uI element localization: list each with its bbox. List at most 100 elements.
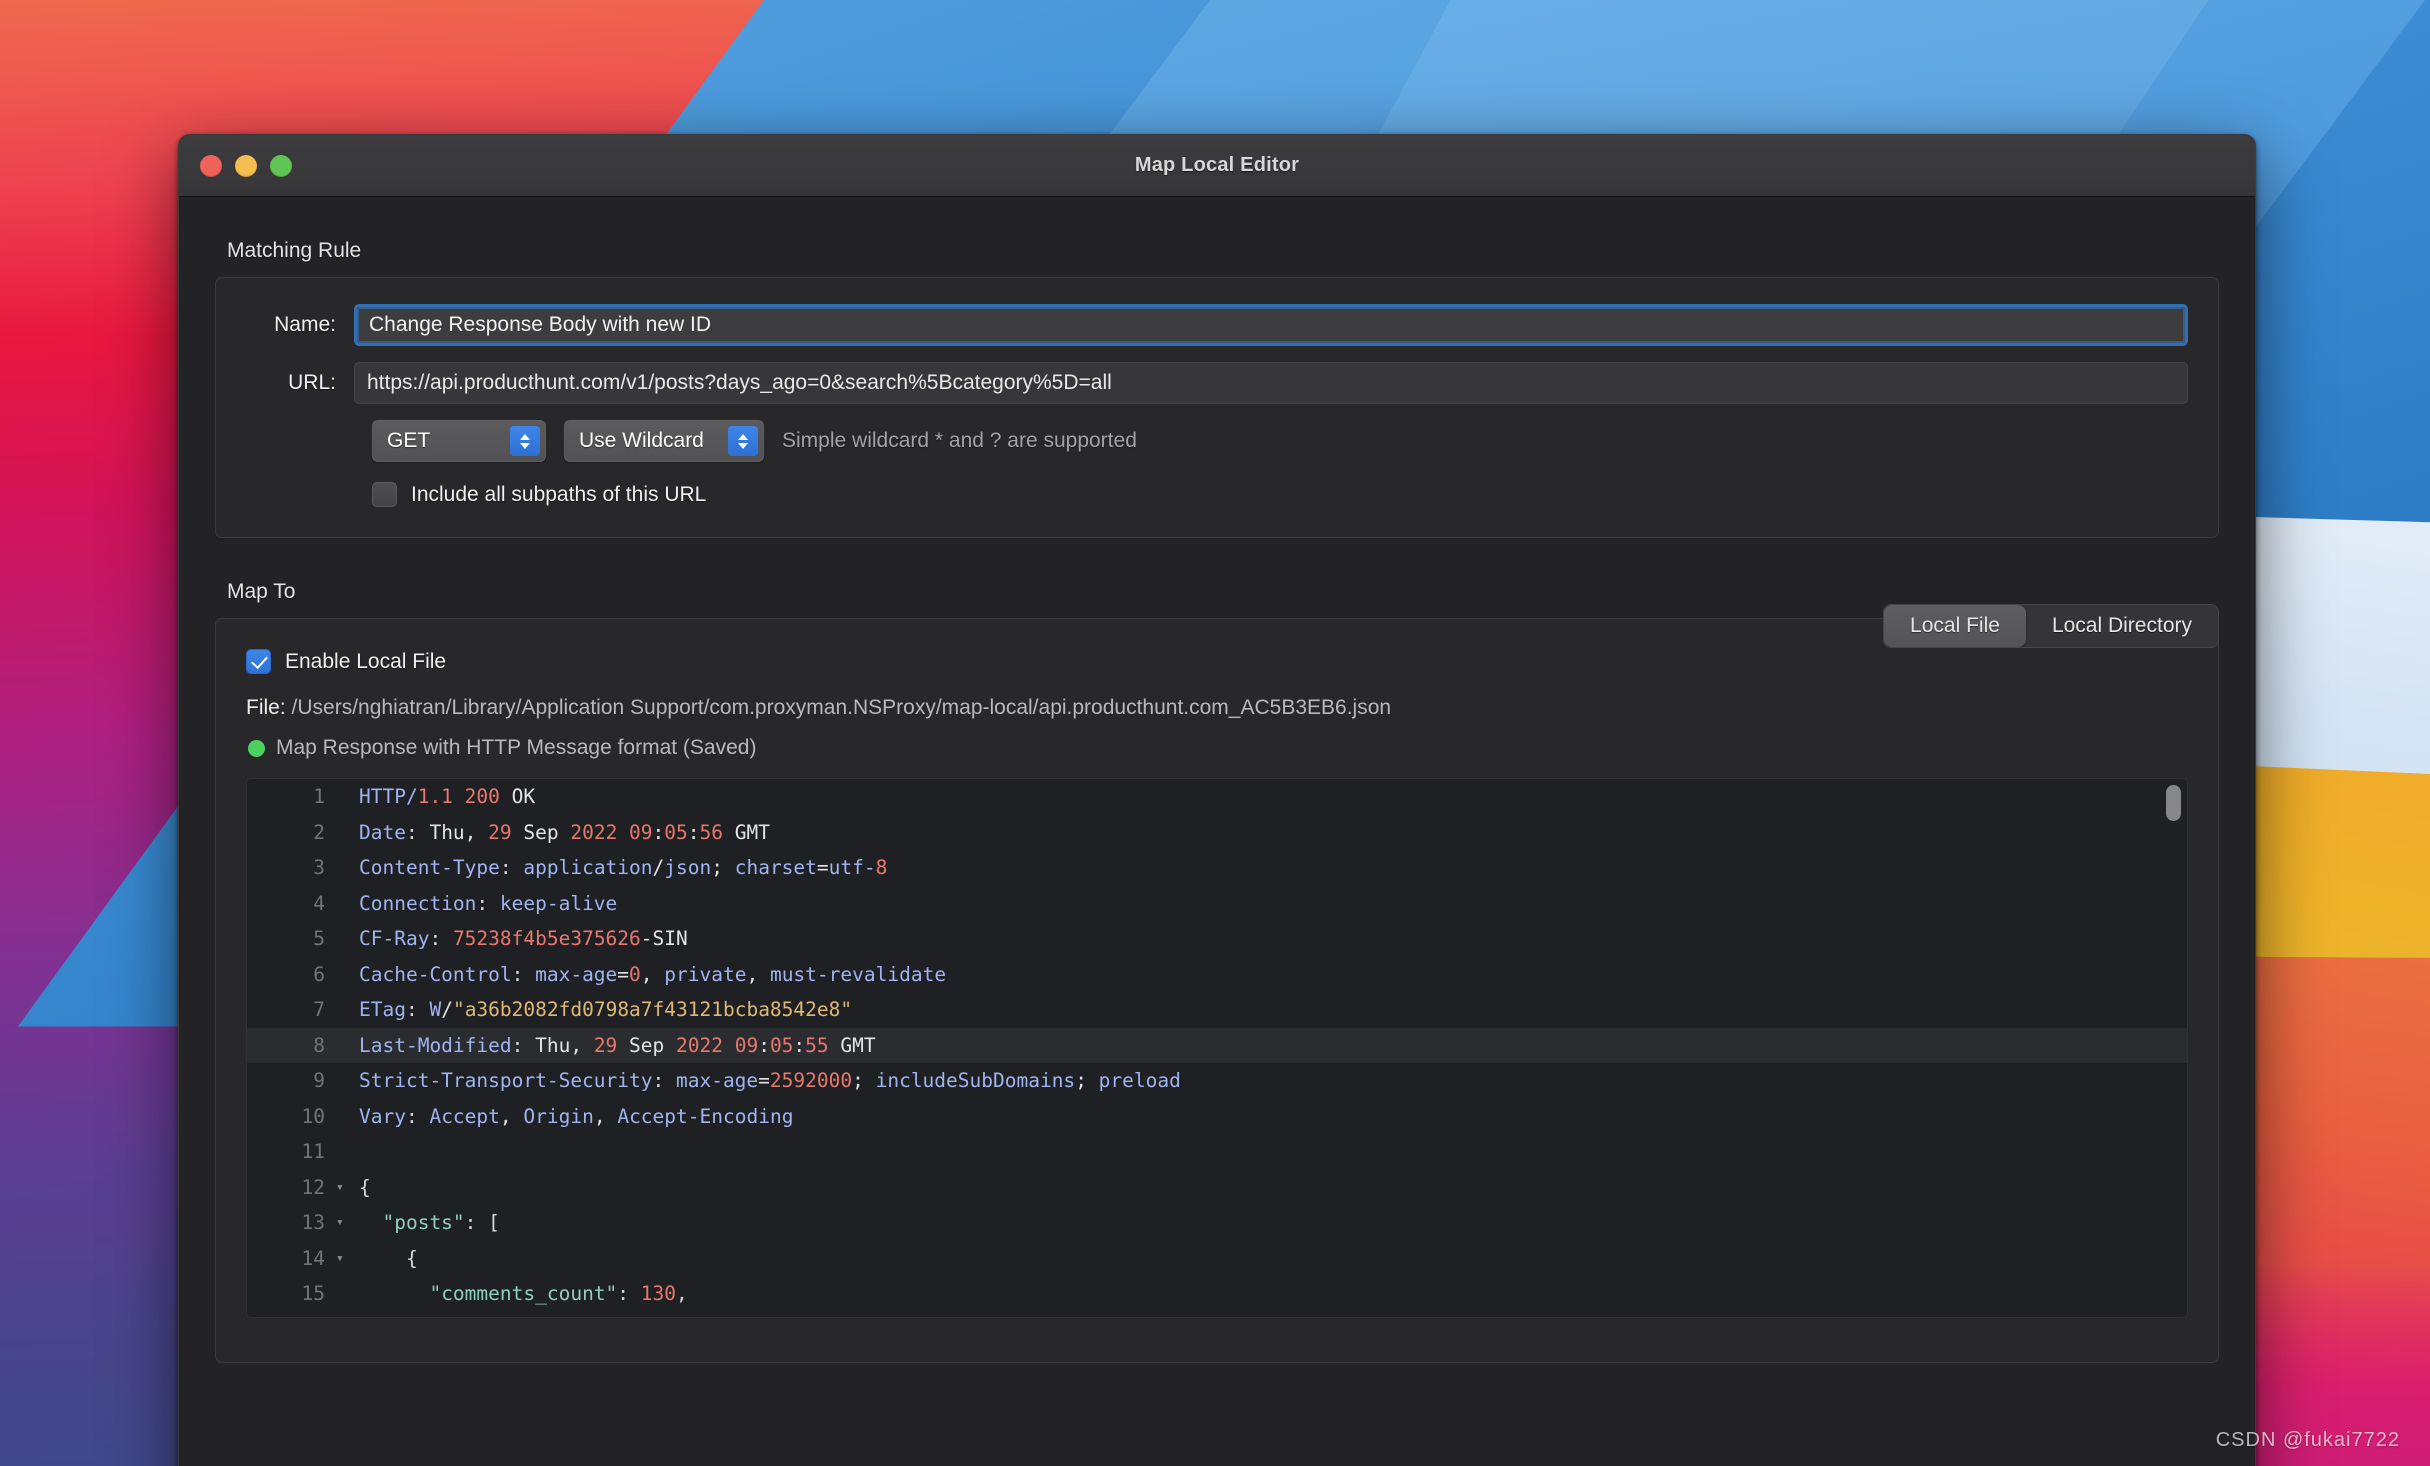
- window-body: Matching Rule Name: Change Response Body…: [179, 239, 2255, 1466]
- code-line: 9 · Strict-Transport-Security: max-age=259…: [247, 1063, 2187, 1099]
- code-text: Content-Type: application/json; charset=…: [359, 856, 888, 879]
- code-text: CF-Ray: 75238f4b5e375626-SIN: [359, 927, 688, 950]
- code-text: {: [359, 1175, 371, 1199]
- code-line: 8 · Last-Modified: Thu, 29 Sep 2022 09:05:…: [247, 1027, 2187, 1063]
- fold-spacer: ·: [333, 779, 349, 815]
- name-input[interactable]: Change Response Body with new ID: [354, 304, 2188, 346]
- url-input[interactable]: https://api.producthunt.com/v1/posts?day…: [354, 362, 2188, 404]
- code-text: Date: Thu, 29 Sep 2022 09:05:56 GMT: [359, 820, 770, 844]
- status-dot-icon: [248, 739, 265, 757]
- line-number: 4: [313, 891, 325, 915]
- map-to-header: Map To Local File Local Directory: [215, 580, 2219, 648]
- fold-spacer: ·: [333, 815, 349, 851]
- line-number: 8: [313, 1033, 325, 1057]
- name-label: Name:: [274, 313, 336, 336]
- code-text: HTTP/1.1 200 OK: [359, 785, 536, 808]
- line-number: 10: [301, 1104, 325, 1128]
- code-text: Strict-Transport-Security: max-age=25920…: [359, 1069, 1181, 1092]
- code-line: 6 · Cache-Control: max-age=0, private, mus…: [247, 957, 2187, 993]
- line-number: 11: [301, 1140, 325, 1163]
- code-line: 5 · CF-Ray: 75238f4b5e375626-SIN: [247, 921, 2187, 957]
- code-text: ETag: W/"a36b2082fd0798a7f43121bcba8542e…: [359, 998, 853, 1021]
- map-to-section-label: Map To: [227, 580, 296, 603]
- fold-spacer: ·: [333, 1312, 349, 1318]
- code-line: 14 ▾ {: [247, 1241, 2187, 1277]
- fold-spacer: ·: [333, 886, 349, 922]
- line-number: 15: [301, 1282, 325, 1305]
- line-number: 14: [301, 1246, 325, 1270]
- code-line: 1 · HTTP/1.1 200 OK: [247, 779, 2187, 815]
- map-status-row: Map Response with HTTP Message format (S…: [248, 736, 2188, 760]
- include-subpaths-checkbox[interactable]: [372, 482, 397, 507]
- match-options-row: GET Use Wildcard Simple wildcard * and ?…: [354, 420, 2188, 462]
- include-subpaths-row[interactable]: Include all subpaths of this URL: [354, 482, 2188, 507]
- watermark-text: CSDN @fukai7722: [2215, 1429, 2400, 1451]
- code-text: Last-Modified: Thu, 29 Sep 2022 09:05:55…: [359, 1033, 876, 1057]
- code-line: 7 · ETag: W/"a36b2082fd0798a7f43121bcba854…: [247, 992, 2187, 1028]
- map-local-editor-window: Map Local Editor Matching Rule Name: Cha…: [178, 134, 2256, 1466]
- fold-spacer: ·: [333, 1276, 349, 1312]
- line-number: 13: [301, 1211, 325, 1234]
- enable-local-file-checkbox[interactable]: [246, 649, 271, 674]
- http-message-code-editor[interactable]: 1 · HTTP/1.1 200 OK 2 · Date: Thu, 29 Sep 202…: [246, 778, 2188, 1318]
- fold-spacer: ·: [333, 957, 349, 993]
- code-text: Cache-Control: max-age=0, private, must-…: [359, 962, 947, 986]
- enable-local-file-label: Enable Local File: [285, 649, 447, 673]
- map-status-text: Map Response with HTTP Message format (S…: [276, 736, 757, 759]
- window-titlebar[interactable]: Map Local Editor: [179, 135, 2255, 197]
- fold-triangle-icon[interactable]: ▾: [333, 1170, 349, 1206]
- wildcard-hint-text: Simple wildcard * and ? are supported: [782, 429, 1137, 452]
- line-number: 2: [313, 820, 325, 844]
- tab-local-directory[interactable]: Local Directory: [2026, 605, 2218, 647]
- include-subpaths-label: Include all subpaths of this URL: [411, 482, 707, 506]
- fold-spacer: ·: [333, 1134, 349, 1170]
- url-row: URL: https://api.producthunt.com/v1/post…: [246, 362, 2188, 404]
- map-to-tabs: Local File Local Directory: [1883, 604, 2219, 648]
- file-label: File:: [246, 696, 286, 719]
- code-line: 2 · Date: Thu, 29 Sep 2022 09:05:56 GMT: [247, 815, 2187, 851]
- fold-spacer: ·: [333, 921, 349, 957]
- url-label: URL:: [288, 371, 336, 394]
- fold-triangle-icon[interactable]: ▾: [333, 1241, 349, 1277]
- code-text: {: [359, 1246, 418, 1270]
- match-mode-value: Use Wildcard: [579, 429, 704, 452]
- name-row: Name: Change Response Body with new ID: [246, 304, 2188, 346]
- file-path-row: File: /Users/nghiatran/Library/Applicati…: [246, 696, 2188, 720]
- line-number: 6: [313, 962, 325, 986]
- line-number: 3: [313, 856, 325, 879]
- line-number: 5: [313, 927, 325, 950]
- fold-spacer: ·: [333, 850, 349, 886]
- code-line: 15 · "comments_count": 130,: [247, 1276, 2187, 1312]
- match-mode-select[interactable]: Use Wildcard: [564, 420, 764, 462]
- matching-rule-groupbox: Name: Change Response Body with new ID U…: [215, 277, 2219, 538]
- map-to-groupbox: Enable Local File File: /Users/nghiatran…: [215, 618, 2219, 1363]
- code-line: 12 ▾ {: [247, 1170, 2187, 1206]
- matching-rule-section-label: Matching Rule: [227, 239, 362, 262]
- window-title: Map Local Editor: [1134, 154, 1300, 176]
- code-line: 4 · Connection: keep-alive: [247, 886, 2187, 922]
- chevron-updown-icon[interactable]: [728, 426, 758, 456]
- line-number: 9: [313, 1069, 325, 1092]
- enable-local-file-row[interactable]: Enable Local File: [246, 649, 2188, 674]
- code-text: "id": 361085,: [349, 1312, 582, 1318]
- line-number: 12: [301, 1175, 325, 1199]
- line-number: 1: [313, 785, 325, 808]
- code-text: Vary: Accept, Origin, Accept-Encoding: [359, 1104, 794, 1128]
- code-text: Connection: keep-alive: [359, 891, 618, 915]
- tab-local-file[interactable]: Local File: [1884, 605, 2026, 647]
- http-method-select[interactable]: GET: [372, 420, 546, 462]
- code-line: 13 ▾ "posts": [: [247, 1205, 2187, 1241]
- line-number: 7: [313, 998, 325, 1021]
- line-number: 16: [247, 1312, 333, 1318]
- code-text: "posts": [: [382, 1211, 500, 1234]
- file-path-value[interactable]: /Users/nghiatran/Library/Application Sup…: [292, 696, 1392, 719]
- code-line: 11 ·: [247, 1134, 2187, 1170]
- fold-spacer: ·: [333, 1099, 349, 1135]
- fold-triangle-icon[interactable]: ▾: [333, 1205, 349, 1241]
- editor-vertical-scrollbar[interactable]: [2166, 785, 2181, 821]
- fold-spacer: ·: [333, 992, 349, 1028]
- chevron-updown-icon[interactable]: [510, 426, 540, 456]
- code-line: 16· "id": 361085,: [247, 1312, 2187, 1318]
- code-line: 3 · Content-Type: application/json; charse…: [247, 850, 2187, 886]
